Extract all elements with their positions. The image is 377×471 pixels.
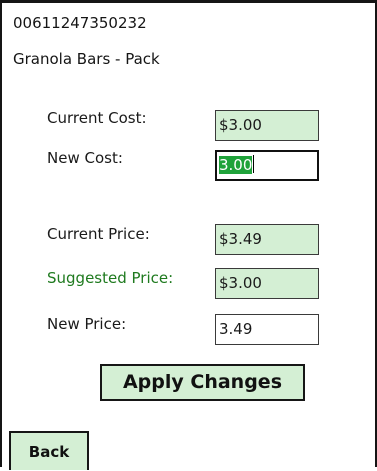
apply-changes-button[interactable]: Apply Changes	[100, 364, 305, 401]
product-name: Granola Bars - Pack	[13, 50, 160, 68]
new-price-label: New Price:	[47, 315, 127, 333]
suggested-price-label: Suggested Price:	[47, 269, 174, 287]
current-cost-label: Current Cost:	[47, 109, 147, 127]
new-cost-label: New Cost:	[47, 149, 123, 167]
back-button[interactable]: Back	[9, 431, 89, 470]
new-cost-input[interactable]: 3.00	[215, 150, 319, 181]
new-cost-selected-text: 3.00	[219, 156, 253, 174]
current-cost-field: $3.00	[215, 110, 319, 141]
price-change-screen: 00611247350232 Granola Bars - Pack Curre…	[0, 0, 377, 470]
text-caret	[253, 155, 255, 173]
new-price-input[interactable]: 3.49	[215, 314, 319, 345]
product-upc: 00611247350232	[13, 14, 147, 32]
current-price-field: $3.49	[215, 224, 319, 255]
suggested-price-field: $3.00	[215, 268, 319, 299]
current-price-label: Current Price:	[47, 225, 150, 243]
